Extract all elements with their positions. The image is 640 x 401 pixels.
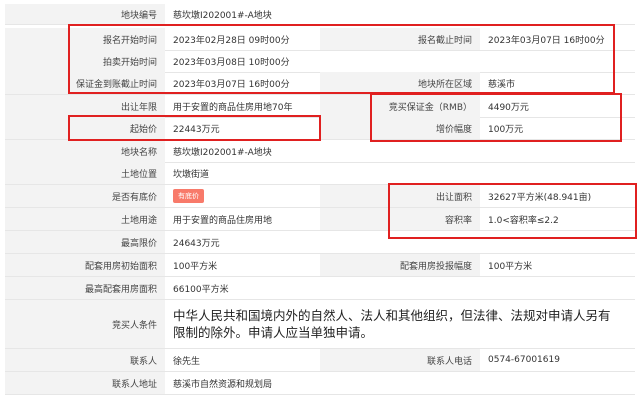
label-transfer-area: 出让面积 [320,185,480,207]
value-has-reserve-price: 有底价 [165,185,320,207]
label-land-location: 土地位置 [5,162,165,184]
label-supporting-bid-step: 配套用房投报幅度 [320,254,480,276]
label-parcel-region: 地块所在区域 [320,72,480,94]
row-registration-time: 报名开始时间 2023年02月28日 09时00分 报名截止时间 2023年03… [5,28,635,51]
label-parcel-name: 地块名称 [5,140,165,162]
value-contact-address: 慈溪市自然资源和规划局 [173,379,273,390]
row-deposit-deadline: 保证金到账截止时间 2023年03月07日 16时00分 地块所在区域 慈溪市 [5,72,635,95]
row-starting-price: 起始价 22443万元 增价幅度 100万元 [5,117,635,140]
row-lease-term: 出让年限 用于安置的商品住房用地70年 竞买保证金（RMB） 4490万元 [5,95,635,118]
label-contact-phone: 联系人电话 [320,349,480,371]
row-parcel-name: 地块名称 慈坎墩I202001#-A地块 [5,140,635,163]
row-supporting-housing: 配套用房初始面积 100平方米 配套用房投报幅度 100平方米 [5,254,635,277]
value-registration-start: 2023年02月28日 09时00分 [173,35,290,46]
value-land-use: 用于安置的商品住房用地 [173,215,273,226]
value-plot-ratio: 1.0<容积率≤2.2 [488,215,559,226]
label-max-supporting-area: 最高配套用房面积 [5,277,165,299]
reserve-price-badge: 有底价 [173,189,204,203]
value-deposit-deadline: 2023年03月07日 16时00分 [173,79,290,90]
value-bid-increment: 100万元 [488,124,524,135]
value-parcel-region: 慈溪市 [488,79,516,90]
label-contact-person: 联系人 [5,349,165,371]
label-registration-end: 报名截止时间 [320,28,480,50]
value-contact-person: 徐先生 [173,356,201,367]
row-price-cap: 最高限价 24643万元 [5,231,635,254]
value-registration-end: 2023年03月07日 16时00分 [488,35,605,46]
value-auction-start: 2023年03月08日 10时00分 [173,57,290,68]
row-parcel-number: 地块编号 慈坎墩I202001#-A地块 [5,4,635,25]
row-land-use: 土地用途 用于安置的商品住房用地 容积率 1.0<容积率≤2.2 [5,208,635,231]
row-contact: 联系人 徐先生 联系人电话 0574-67001619 [5,349,635,372]
label-deposit-deadline: 保证金到账截止时间 [5,72,165,94]
value-starting-price: 22443万元 [173,124,220,135]
land-info-table: 地块编号 慈坎墩I202001#-A地块 报名开始时间 2023年02月28日 … [0,0,640,401]
value-land-location: 坎墩街道 [173,169,210,180]
label-has-reserve-price: 是否有底价 [5,185,165,207]
row-auction-start: 拍卖开始时间 2023年03月08日 10时00分 [5,50,635,73]
label-price-cap: 最高限价 [5,231,165,253]
label-parcel-number: 地块编号 [5,4,165,24]
row-contact-address: 联系人地址 慈溪市自然资源和规划局 [5,372,635,395]
label-bid-increment: 增价幅度 [320,117,480,139]
label-bidder-requirements: 竞买人条件 [5,300,165,348]
value-contact-phone: 0574-67001619 [488,355,560,365]
row-reserve-price: 是否有底价 有底价 出让面积 32627平方米(48.941亩) [5,185,635,208]
label-starting-price: 起始价 [5,117,165,139]
label-contact-address: 联系人地址 [5,372,165,394]
value-lease-term: 用于安置的商品住房用地70年 [173,102,293,113]
value-max-supporting-area: 66100平方米 [173,284,229,295]
label-plot-ratio: 容积率 [320,208,480,230]
label-lease-term: 出让年限 [5,95,165,117]
value-transfer-area: 32627平方米(48.941亩) [488,192,592,203]
row-bidder-requirements: 竞买人条件 中华人民共和国境内外的自然人、法人和其他组织，但法律、法规对申请人另… [5,300,635,349]
value-supporting-bid-step: 100平方米 [488,261,533,272]
value-parcel-number: 慈坎墩I202001#-A地块 [173,10,272,21]
label-bid-deposit: 竞买保证金（RMB） [320,95,480,117]
label-supporting-initial-area: 配套用房初始面积 [5,254,165,276]
label-land-use: 土地用途 [5,208,165,230]
label-registration-start: 报名开始时间 [5,28,165,50]
label-auction-start: 拍卖开始时间 [5,50,165,72]
value-parcel-name: 慈坎墩I202001#-A地块 [173,147,272,158]
row-max-supporting-area: 最高配套用房面积 66100平方米 [5,277,635,300]
value-bid-deposit: 4490万元 [488,102,529,113]
value-price-cap: 24643万元 [173,238,220,249]
value-bidder-requirements: 中华人民共和国境内外的自然人、法人和其他组织，但法律、法规对申请人另有限制的除外… [173,308,611,340]
value-supporting-initial-area: 100平方米 [173,261,218,272]
row-land-location: 土地位置 坎墩街道 [5,162,635,185]
